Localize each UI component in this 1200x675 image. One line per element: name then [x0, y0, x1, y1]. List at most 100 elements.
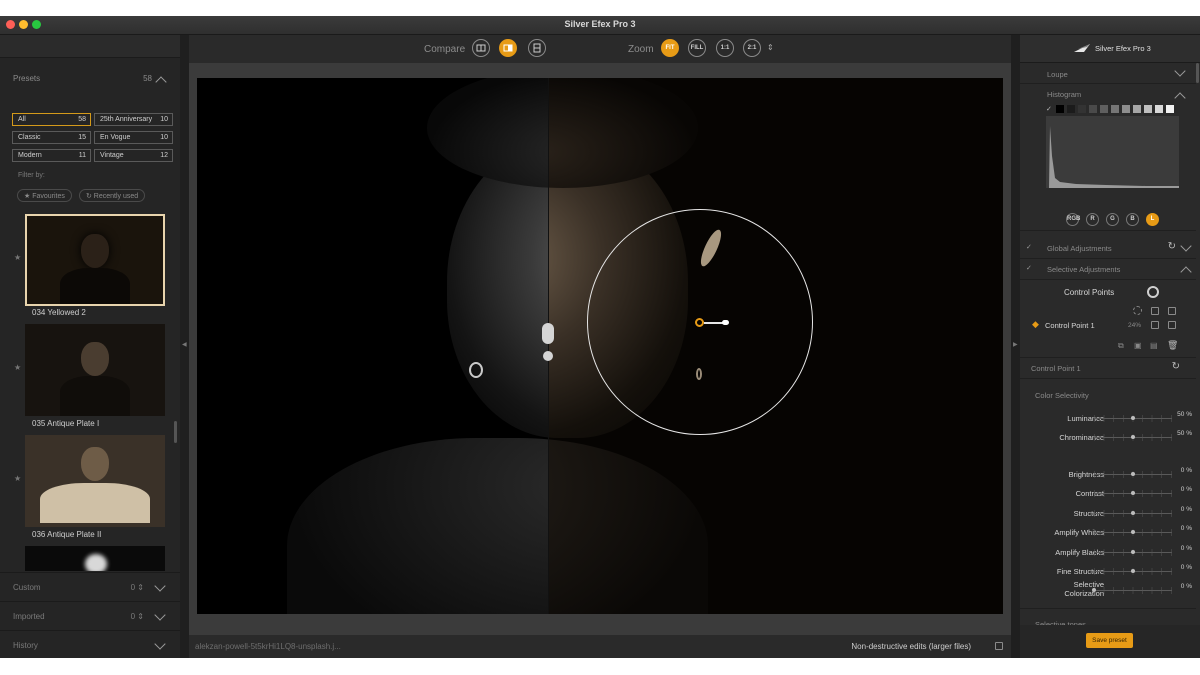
slider-chrominance[interactable]: Chrominance 50 %	[1020, 429, 1196, 447]
reset-control-point-icon[interactable]: ↻	[1172, 361, 1180, 372]
channel-b-button[interactable]: B	[1126, 213, 1139, 226]
preset-category-all[interactable]: All 58	[12, 113, 91, 126]
nondestructive-checkbox[interactable]	[995, 642, 1003, 650]
zoom-2-1-button[interactable]: 2:1	[743, 39, 761, 57]
slider-amplify-whites[interactable]: Amplify Whites 0 %	[1020, 524, 1196, 542]
preset-category-vintage[interactable]: Vintage 12	[94, 149, 173, 162]
compare-stacked-button[interactable]	[528, 39, 546, 57]
ungroup-icon[interactable]: ▤	[1150, 341, 1158, 350]
thumbnail-highlight	[85, 554, 107, 571]
slider-knob[interactable]	[1131, 435, 1135, 439]
channel-l-button[interactable]: L	[1146, 213, 1159, 226]
slider-contrast[interactable]: Contrast 0 %	[1020, 485, 1196, 503]
slider-selective-colorization[interactable]: Selective Colorization 0 %	[1020, 580, 1196, 600]
slider-knob[interactable]	[1131, 549, 1135, 554]
preset-thumbnail-036[interactable]	[25, 435, 165, 527]
slider-knob[interactable]	[1131, 510, 1135, 515]
preset-thumbnail-037[interactable]	[25, 546, 165, 571]
control-point-enable-checkbox[interactable]	[1168, 321, 1176, 329]
history-section[interactable]: History	[0, 630, 180, 658]
chevron-down-icon[interactable]	[154, 638, 166, 650]
mask-checkbox[interactable]	[1151, 307, 1159, 315]
preset-category-classic[interactable]: Classic 15	[12, 131, 91, 144]
collapse-left-icon: ◀	[182, 342, 187, 348]
control-point-row[interactable]: ◆ Control Point 1 24%	[1020, 319, 1196, 333]
slider-fine-structure[interactable]: Fine Structure 0 %	[1020, 563, 1196, 581]
tone-swatch[interactable]	[1056, 105, 1064, 113]
tone-swatch[interactable]	[1089, 105, 1097, 113]
compare-split-button[interactable]	[499, 39, 517, 57]
split-divider-handle[interactable]	[542, 323, 554, 344]
checkmark-icon[interactable]: ✓	[1026, 264, 1032, 272]
channel-rgb-button[interactable]: RGB	[1066, 213, 1080, 226]
control-point-marker[interactable]	[695, 318, 704, 327]
star-icon[interactable]: ★	[14, 363, 21, 372]
tone-swatch[interactable]	[1133, 105, 1141, 113]
slider-structure[interactable]: Structure 0 %	[1020, 505, 1196, 523]
category-name: 25th Anniversary	[100, 116, 153, 123]
group-icon[interactable]: ▣	[1134, 341, 1142, 350]
left-collapse-handle[interactable]: ◀	[180, 35, 189, 658]
chevron-down-icon[interactable]	[1174, 65, 1186, 77]
chevron-up-icon[interactable]	[1180, 266, 1192, 278]
slider-luminance[interactable]: Luminance 50 %	[1020, 410, 1196, 428]
preset-category-en-vogue[interactable]: En Vogue 10	[94, 131, 173, 144]
selective-adjustments-section[interactable]: ✓ Selective Adjustments	[1020, 259, 1196, 280]
preset-category-modern[interactable]: Modern 11	[12, 149, 91, 162]
nondestructive-label: Non-destructive edits (larger files)	[851, 642, 971, 651]
imported-section[interactable]: Imported 0 ⇕	[0, 601, 180, 631]
zoom-1-1-button[interactable]: 1:1	[716, 39, 734, 57]
slider-track[interactable]	[1094, 587, 1172, 595]
compare-side-by-side-button[interactable]	[472, 39, 490, 57]
presets-scrollbar[interactable]	[174, 421, 177, 443]
reset-icon[interactable]: ↻	[1168, 241, 1176, 252]
preview-image[interactable]	[197, 78, 1003, 614]
mask-toggle-icon[interactable]	[1133, 306, 1142, 315]
recently-used-filter[interactable]: ↻ Recently used	[79, 189, 146, 202]
channel-g-button[interactable]: G	[1106, 213, 1119, 226]
tone-swatch[interactable]	[1078, 105, 1086, 113]
chevron-down-icon[interactable]	[1180, 240, 1192, 252]
star-icon[interactable]: ★	[14, 253, 21, 262]
zoom-stepper-icon[interactable]: ⇕	[767, 43, 774, 52]
control-point-size-knob[interactable]	[722, 320, 729, 325]
slider-knob[interactable]	[1131, 472, 1135, 476]
chevron-down-icon[interactable]	[154, 580, 166, 592]
chevron-up-icon[interactable]	[1174, 92, 1186, 104]
duplicate-icon[interactable]: ⧉	[1118, 341, 1124, 351]
tone-swatch[interactable]	[1067, 105, 1075, 113]
tone-swatch[interactable]	[1111, 105, 1119, 113]
tone-swatch[interactable]	[1122, 105, 1130, 113]
trash-icon[interactable]: 🗑	[1167, 340, 1178, 351]
global-adjustments-section[interactable]: ✓ Global Adjustments ↻	[1020, 238, 1196, 259]
slider-knob[interactable]	[1131, 416, 1135, 420]
chevron-down-icon[interactable]	[154, 609, 166, 621]
slider-amplify-blacks[interactable]: Amplify Blacks 0 %	[1020, 544, 1196, 562]
favourites-filter[interactable]: ★ Favourites	[17, 189, 72, 202]
checkmark-icon[interactable]: ✓	[1026, 243, 1032, 251]
zoom-fit-button[interactable]: FIT	[661, 39, 679, 57]
zoom-fill-button[interactable]: FILL	[688, 39, 706, 57]
save-preset-button[interactable]: Save preset	[1086, 633, 1133, 648]
star-icon[interactable]: ★	[14, 474, 21, 483]
split-reset-icon[interactable]	[543, 351, 553, 361]
control-point-mask-checkbox[interactable]	[1151, 321, 1159, 329]
slider-brightness[interactable]: Brightness 0 %	[1020, 466, 1196, 484]
tone-swatch[interactable]	[1100, 105, 1108, 113]
add-control-point-icon[interactable]	[1147, 286, 1159, 298]
right-panel-scrollbar[interactable]	[1196, 63, 1199, 83]
loupe-section[interactable]: Loupe	[1020, 63, 1196, 84]
right-collapse-handle[interactable]: ▶	[1011, 35, 1020, 658]
preset-thumbnail-035[interactable]	[25, 324, 165, 416]
enable-all-checkbox[interactable]	[1168, 307, 1176, 315]
tone-swatch[interactable]	[1166, 105, 1174, 113]
tone-swatch[interactable]	[1155, 105, 1163, 113]
preset-category-25th-anniversary[interactable]: 25th Anniversary 10	[94, 113, 173, 126]
chevron-up-icon[interactable]	[155, 76, 167, 88]
slider-knob[interactable]	[1131, 569, 1135, 573]
channel-r-button[interactable]: R	[1086, 213, 1099, 226]
custom-section[interactable]: Custom 0 ⇕	[0, 572, 180, 602]
presets-section-header[interactable]: Presets 58	[0, 65, 180, 91]
tone-swatch[interactable]	[1144, 105, 1152, 113]
preset-thumbnail-034[interactable]	[25, 214, 165, 306]
